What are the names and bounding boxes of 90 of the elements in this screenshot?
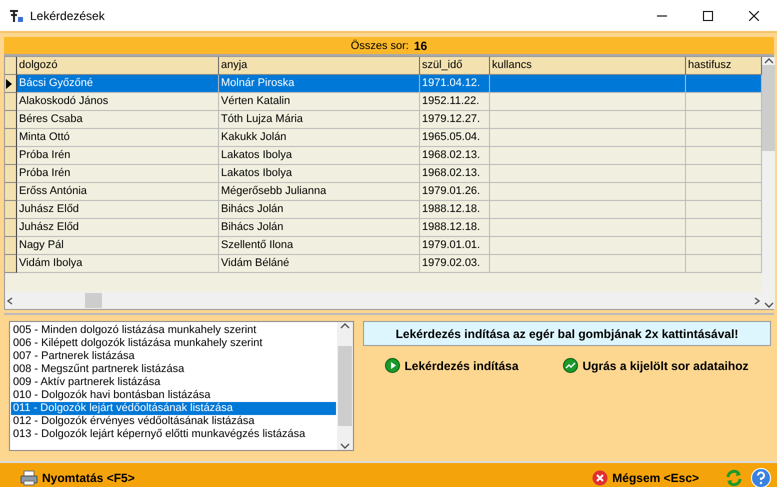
row-indicator[interactable] bbox=[5, 93, 17, 111]
row-pointer-icon bbox=[5, 78, 13, 90]
row-indicator[interactable] bbox=[5, 129, 17, 147]
maximize-icon bbox=[703, 10, 713, 20]
cancel-button[interactable]: Mégsem <Esc> bbox=[592, 470, 699, 486]
column-header[interactable]: dolgozó bbox=[17, 57, 219, 75]
jump-button[interactable]: Ugrás a kijelölt sor adataihoz bbox=[563, 358, 749, 373]
table-cell: 1968.02.13. bbox=[420, 147, 490, 165]
query-item[interactable]: 011 - Dolgozók lejárt védőoltásának listázása bbox=[11, 402, 336, 415]
horizontal-scrollbar[interactable] bbox=[5, 292, 762, 309]
row-indicator[interactable] bbox=[5, 219, 17, 237]
print-button[interactable]: Nyomtatás <F5> bbox=[20, 470, 135, 486]
table-cell: Molnár Piroska bbox=[219, 75, 420, 93]
table-cell: Kakukk Jolán bbox=[219, 129, 420, 147]
table-cell: Vidám Béláné bbox=[219, 255, 420, 273]
table-cell: Vérten Katalin bbox=[219, 93, 420, 111]
refresh-icon bbox=[725, 468, 743, 486]
row-indicator[interactable] bbox=[5, 237, 17, 255]
scrollbar-thumb[interactable] bbox=[338, 346, 352, 426]
table-cell: Lakatos Ibolya bbox=[219, 165, 420, 183]
grid-corner bbox=[5, 57, 17, 75]
scroll-down-icon[interactable] bbox=[764, 301, 774, 309]
table-cell: Alakoskodó János bbox=[17, 93, 219, 111]
table-cell: 1979.01.01. bbox=[420, 237, 490, 255]
table-cell: 1988.12.18. bbox=[420, 219, 490, 237]
table-cell: 1979.12.27. bbox=[420, 111, 490, 129]
list-scrollbar[interactable] bbox=[337, 322, 353, 450]
row-indicator[interactable] bbox=[5, 183, 17, 201]
printer-icon bbox=[20, 470, 38, 486]
scroll-up-icon[interactable] bbox=[340, 322, 350, 330]
table-cell: Vidám Ibolya bbox=[17, 255, 219, 273]
row-indicator[interactable] bbox=[5, 201, 17, 219]
row-indicator[interactable] bbox=[5, 111, 17, 129]
summary-count: 16 bbox=[414, 38, 428, 52]
row-indicator[interactable] bbox=[5, 255, 17, 273]
query-item[interactable]: 006 - Kilépett dolgozók listázása munkahely szerint bbox=[11, 337, 336, 350]
play-icon bbox=[385, 358, 400, 373]
scroll-right-icon[interactable] bbox=[752, 296, 762, 304]
table-cell: 1988.12.18. bbox=[420, 201, 490, 219]
query-item[interactable]: 012 - Dolgozók érvényes védőoltásának listázása bbox=[11, 415, 336, 428]
row-indicator[interactable] bbox=[5, 165, 17, 183]
row-indicator[interactable] bbox=[5, 147, 17, 165]
summary-label: Összes sor: bbox=[350, 40, 409, 52]
table-cell: 1979.01.26. bbox=[420, 183, 490, 201]
scroll-up-icon[interactable] bbox=[764, 57, 774, 65]
query-item[interactable]: 005 - Minden dolgozó listázása munkahely szerint bbox=[11, 324, 336, 337]
table-cell: Lakatos Ibolya bbox=[219, 147, 420, 165]
table-cell: Juhász Előd bbox=[17, 201, 219, 219]
table-cell: Minta Ottó bbox=[17, 129, 219, 147]
column-header[interactable]: hastifusz bbox=[686, 57, 762, 75]
scroll-down-icon[interactable] bbox=[340, 442, 350, 450]
table-cell: 1979.02.03. bbox=[420, 255, 490, 273]
chart-icon bbox=[563, 358, 578, 373]
table-cell: Bihács Jolán bbox=[219, 201, 420, 219]
table-cell: Szellentő Ilona bbox=[219, 237, 420, 255]
table-cell: 1965.05.04. bbox=[420, 129, 490, 147]
table-cell: 1952.11.22. bbox=[420, 93, 490, 111]
close-icon bbox=[749, 10, 759, 20]
table-cell: Mégerősebb Julianna bbox=[219, 183, 420, 201]
query-item[interactable]: 009 - Aktív partnerek listázása bbox=[11, 376, 336, 389]
table-cell: Nagy Pál bbox=[17, 237, 219, 255]
scrollbar-thumb[interactable] bbox=[762, 65, 775, 151]
app-icon bbox=[8, 8, 24, 24]
column-header[interactable]: anyja bbox=[219, 57, 420, 75]
table-cell: Tóth Lujza Mária bbox=[219, 111, 420, 129]
window-title: Lekérdezések bbox=[30, 8, 105, 22]
table-cell: 1971.04.12. bbox=[420, 75, 490, 93]
table-cell: Próba Irén bbox=[17, 165, 219, 183]
column-header[interactable]: szül_idő bbox=[420, 57, 490, 75]
table-cell: Juhász Előd bbox=[17, 219, 219, 237]
query-item[interactable]: 013 - Dolgozók lejárt képernyő előtti munkavégzés listázása bbox=[11, 428, 336, 441]
query-item[interactable]: 007 - Partnerek listázása bbox=[11, 350, 336, 363]
cancel-icon bbox=[592, 470, 608, 486]
help-button[interactable] bbox=[751, 468, 771, 487]
query-item[interactable]: 008 - Megszűnt partnerek listázása bbox=[11, 363, 336, 376]
vertical-scrollbar[interactable] bbox=[762, 57, 775, 309]
hint-banner: Lekérdezés indítása az egér bal gombjának 2x kattintásával! bbox=[363, 321, 771, 346]
run-query-button[interactable]: Lekérdezés indítása bbox=[385, 358, 519, 373]
help-icon bbox=[751, 468, 771, 487]
column-header[interactable]: kullancs bbox=[490, 57, 686, 75]
table-cell: Bihács Jolán bbox=[219, 219, 420, 237]
scrollbar-thumb[interactable] bbox=[85, 293, 102, 308]
scroll-left-icon[interactable] bbox=[5, 296, 15, 304]
table-cell: Erőss Antónia bbox=[17, 183, 219, 201]
table-cell: Próba Irén bbox=[17, 147, 219, 165]
table-cell: Béres Csaba bbox=[17, 111, 219, 129]
query-item[interactable]: 010 - Dolgozók havi bontásban listázása bbox=[11, 389, 336, 402]
row-indicator[interactable] bbox=[5, 75, 17, 93]
table-cell: Bácsi Győzőné bbox=[17, 75, 219, 93]
table-cell: 1968.02.13. bbox=[420, 165, 490, 183]
